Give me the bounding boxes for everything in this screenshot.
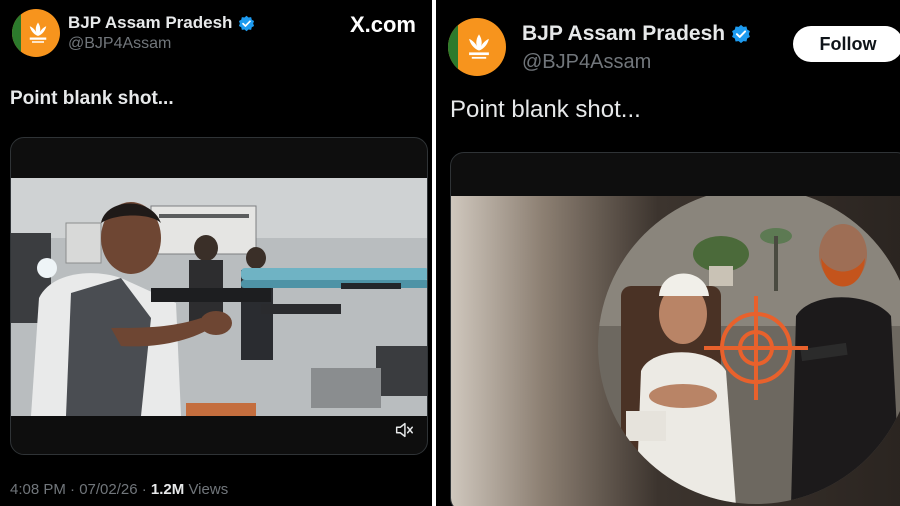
flag-green-stripe: [448, 18, 459, 76]
verified-badge-icon: [732, 24, 751, 44]
x-com-logo[interactable]: X.com: [350, 12, 416, 38]
views-label: Views: [184, 481, 229, 498]
views-count: 1.2M: [150, 481, 185, 498]
account-name[interactable]: BJP Assam Pradesh: [522, 22, 751, 46]
lotus-logo-icon: [29, 22, 47, 43]
left-post-screenshot: BJP Assam Pradesh @BJP4Assam X.com Point…: [0, 0, 432, 506]
post-text: Point blank shot...: [10, 88, 174, 109]
account-name-text: BJP Assam Pradesh: [522, 22, 726, 45]
post-text: Point blank shot...: [450, 96, 641, 123]
post-image[interactable]: [451, 196, 900, 506]
image-card[interactable]: [450, 152, 900, 506]
video-frame[interactable]: [11, 178, 428, 416]
post-meta: 4:08 PM · 07/02/26 · 1.2M Views: [10, 481, 228, 498]
right-post-screenshot: BJP Assam Pradesh @BJP4Assam Follow Poin…: [436, 0, 900, 506]
lotus-logo-icon: [469, 34, 489, 59]
speaker-muted-icon[interactable]: [393, 419, 415, 441]
post-timestamp[interactable]: 4:08 PM · 07/02/26 ·: [10, 481, 151, 498]
avatar[interactable]: [448, 18, 506, 76]
verified-badge-icon: [239, 15, 255, 31]
account-name[interactable]: BJP Assam Pradesh: [68, 13, 255, 33]
avatar[interactable]: [12, 9, 60, 57]
flag-green-stripe: [12, 9, 21, 57]
account-handle[interactable]: @BJP4Assam: [522, 51, 651, 74]
account-handle[interactable]: @BJP4Assam: [68, 35, 171, 53]
video-card[interactable]: [10, 137, 428, 455]
account-name-text: BJP Assam Pradesh: [68, 13, 233, 32]
follow-button[interactable]: Follow: [793, 26, 900, 62]
